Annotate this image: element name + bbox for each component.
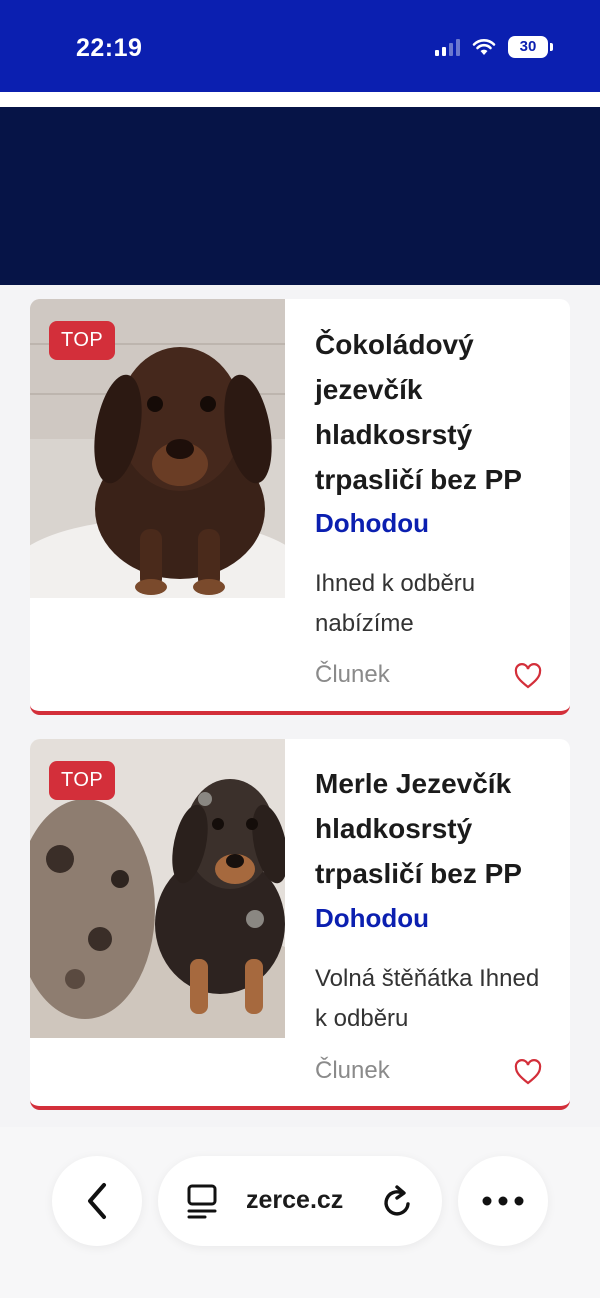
more-dots-icon	[482, 1196, 524, 1206]
back-button[interactable]	[52, 1156, 142, 1246]
reader-mode-icon[interactable]	[186, 1184, 220, 1220]
listing-photo[interactable]: TOP	[30, 739, 285, 1038]
listing-card[interactable]: TOP Čokoládový jezevčík hladkosrstý trpa…	[30, 299, 570, 715]
cellular-signal-icon	[435, 38, 460, 56]
chevron-left-icon	[88, 1183, 106, 1219]
reload-icon[interactable]	[380, 1182, 416, 1220]
url-text[interactable]: zerce.cz	[246, 1186, 343, 1215]
listing-location: Člunek	[315, 1057, 390, 1084]
listing-card[interactable]: TOP Merle Jezevčík hladkosrstý trpasličí…	[30, 739, 570, 1110]
listing-title[interactable]: Merle Jezevčík hladkosrstý trpasličí bez…	[315, 761, 555, 896]
address-bar[interactable]: zerce.cz	[158, 1156, 442, 1246]
listing-price: Dohodou	[315, 508, 430, 538]
listing-photo[interactable]: TOP	[30, 299, 285, 598]
top-badge: TOP	[49, 321, 116, 360]
ad-banner[interactable]	[0, 107, 600, 285]
wifi-icon	[472, 39, 496, 55]
status-time: 22:19	[76, 34, 143, 62]
status-icons: 30	[435, 36, 553, 58]
listing-description: Volná štěňátka Ihned k odběru	[315, 965, 540, 1032]
listing-price: Dohodou	[315, 903, 430, 933]
favorite-heart-icon[interactable]	[514, 663, 542, 689]
header-divider	[0, 92, 600, 107]
more-button[interactable]	[458, 1156, 548, 1246]
listing-description: Ihned k odběru nabízíme	[315, 570, 476, 637]
top-badge: TOP	[49, 761, 116, 800]
favorite-heart-icon[interactable]	[514, 1059, 542, 1085]
status-bar: 22:19 30	[0, 0, 600, 92]
listing-title[interactable]: Čokoládový jezevčík hladkosrstý trpaslič…	[315, 322, 555, 502]
listing-location: Člunek	[315, 661, 390, 688]
battery-icon: 30	[508, 36, 553, 58]
